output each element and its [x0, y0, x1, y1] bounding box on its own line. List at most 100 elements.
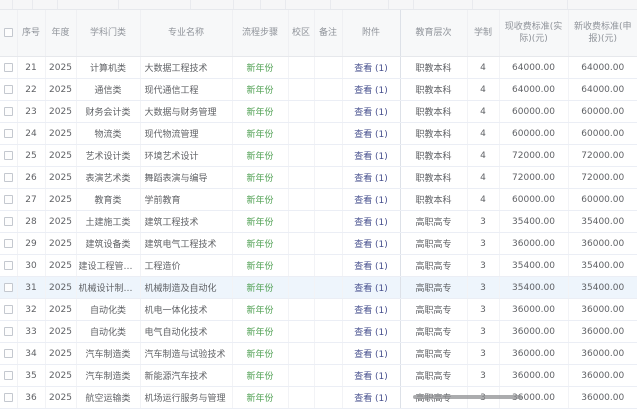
attachment-view-link[interactable]: 查看 (1) [354, 262, 388, 272]
column-header-checkbox[interactable] [0, 10, 17, 57]
attachment-view-link[interactable]: 查看 (1) [354, 284, 388, 294]
cell-duration: 3 [467, 277, 499, 299]
row-checkbox-cell[interactable] [0, 167, 17, 189]
cell-campus [288, 277, 314, 299]
cell-current-fee: 64000.00 [499, 57, 568, 79]
row-checkbox[interactable] [4, 283, 13, 292]
attachment-view-link[interactable]: 查看 (1) [354, 64, 388, 74]
row-checkbox-cell[interactable] [0, 387, 17, 409]
column-divider [472, 0, 473, 9]
row-checkbox-cell[interactable] [0, 277, 17, 299]
table-row[interactable]: 32 2025 自动化类 机电一体化技术 新年份 查看 (1) 高职高专 3 3… [0, 299, 637, 321]
cell-remark [314, 189, 342, 211]
cell-category: 计算机类 [76, 57, 140, 79]
attachment-view-link[interactable]: 查看 (1) [354, 218, 388, 228]
table-row[interactable]: 25 2025 艺术设计类 环境艺术设计 新年份 查看 (1) 职教本科 4 7… [0, 145, 637, 167]
row-checkbox[interactable] [4, 173, 13, 182]
cell-remark [314, 277, 342, 299]
cell-education-level: 高职高专 [400, 365, 467, 387]
row-checkbox-cell[interactable] [0, 299, 17, 321]
row-checkbox-cell[interactable] [0, 211, 17, 233]
table-row[interactable]: 23 2025 财务会计类 大数据与财务管理 新年份 查看 (1) 职教本科 4… [0, 101, 637, 123]
table-row[interactable]: 24 2025 物流类 现代物流管理 新年份 查看 (1) 职教本科 4 600… [0, 123, 637, 145]
attachment-view-link[interactable]: 查看 (1) [354, 108, 388, 118]
cell-major: 学前教育 [140, 189, 232, 211]
cell-index: 28 [17, 211, 45, 233]
row-checkbox-cell[interactable] [0, 101, 17, 123]
cell-attachment: 查看 (1) [342, 145, 400, 167]
row-checkbox-cell[interactable] [0, 57, 17, 79]
table-row[interactable]: 29 2025 建筑设备类 建筑电气工程技术 新年份 查看 (1) 高职高专 3… [0, 233, 637, 255]
row-checkbox[interactable] [4, 129, 13, 138]
row-checkbox-cell[interactable] [0, 365, 17, 387]
fee-standards-table: 序号年度学科门类专业名称流程步骤校区备注附件教育层次学制现收费标准(实际)(元)… [0, 10, 637, 409]
row-checkbox-cell[interactable] [0, 123, 17, 145]
table-row[interactable]: 27 2025 教育类 学前教育 新年份 查看 (1) 职教本科 4 60000… [0, 189, 637, 211]
row-checkbox[interactable] [4, 195, 13, 204]
column-header-remark: 备注 [314, 10, 342, 57]
attachment-view-link[interactable]: 查看 (1) [354, 130, 388, 140]
select-all-checkbox[interactable] [4, 28, 13, 37]
row-checkbox[interactable] [4, 349, 13, 358]
row-checkbox[interactable] [4, 327, 13, 336]
row-checkbox-cell[interactable] [0, 343, 17, 365]
cell-major: 机械制造及自动化 [140, 277, 232, 299]
table-row[interactable]: 26 2025 表演艺术类 舞蹈表演与编导 新年份 查看 (1) 职教本科 4 … [0, 167, 637, 189]
row-checkbox-cell[interactable] [0, 321, 17, 343]
row-checkbox[interactable] [4, 393, 13, 402]
table-row[interactable]: 31 2025 机械设计制造类 机械制造及自动化 新年份 查看 (1) 高职高专… [0, 277, 637, 299]
cell-duration: 4 [467, 57, 499, 79]
column-header-attachment: 附件 [342, 10, 400, 57]
cell-campus [288, 233, 314, 255]
cell-major: 新能源汽车技术 [140, 365, 232, 387]
cell-attachment: 查看 (1) [342, 299, 400, 321]
row-checkbox-cell[interactable] [0, 79, 17, 101]
horizontal-scrollbar-thumb[interactable] [413, 395, 522, 399]
row-checkbox[interactable] [4, 85, 13, 94]
table-row[interactable]: 35 2025 汽车制造类 新能源汽车技术 新年份 查看 (1) 高职高专 3 … [0, 365, 637, 387]
row-checkbox[interactable] [4, 217, 13, 226]
cell-index: 36 [17, 387, 45, 409]
column-header-category: 学科门类 [76, 10, 140, 57]
row-checkbox-cell[interactable] [0, 255, 17, 277]
table-row[interactable]: 36 2025 航空运输类 机场运行服务与管理 新年份 查看 (1) 高职高专 … [0, 387, 637, 409]
attachment-view-link[interactable]: 查看 (1) [354, 152, 388, 162]
row-checkbox[interactable] [4, 151, 13, 160]
cell-campus [288, 299, 314, 321]
column-divider [330, 0, 331, 9]
row-checkbox-cell[interactable] [0, 189, 17, 211]
cell-index: 26 [17, 167, 45, 189]
table-row[interactable]: 21 2025 计算机类 大数据工程技术 新年份 查看 (1) 职教本科 4 6… [0, 57, 637, 79]
table-row[interactable]: 34 2025 汽车制造类 汽车制造与试验技术 新年份 查看 (1) 高职高专 … [0, 343, 637, 365]
cell-education-level: 高职高专 [400, 211, 467, 233]
attachment-view-link[interactable]: 查看 (1) [354, 306, 388, 316]
cell-remark [314, 299, 342, 321]
row-checkbox[interactable] [4, 371, 13, 380]
cell-category: 通信类 [76, 79, 140, 101]
attachment-view-link[interactable]: 查看 (1) [354, 86, 388, 96]
row-checkbox[interactable] [4, 261, 13, 270]
table-row[interactable]: 22 2025 通信类 现代通信工程 新年份 查看 (1) 职教本科 4 640… [0, 79, 637, 101]
attachment-view-link[interactable]: 查看 (1) [354, 372, 388, 382]
row-checkbox[interactable] [4, 63, 13, 72]
row-checkbox[interactable] [4, 107, 13, 116]
attachment-view-link[interactable]: 查看 (1) [354, 196, 388, 206]
row-checkbox[interactable] [4, 239, 13, 248]
table-row[interactable]: 28 2025 土建施工类 建筑工程技术 新年份 查看 (1) 高职高专 3 3… [0, 211, 637, 233]
table-row[interactable]: 33 2025 自动化类 电气自动化技术 新年份 查看 (1) 高职高专 3 3… [0, 321, 637, 343]
attachment-view-link[interactable]: 查看 (1) [354, 328, 388, 338]
column-header-index: 序号 [17, 10, 45, 57]
row-checkbox-cell[interactable] [0, 145, 17, 167]
attachment-view-link[interactable]: 查看 (1) [354, 240, 388, 250]
row-checkbox[interactable] [4, 305, 13, 314]
cell-duration: 4 [467, 79, 499, 101]
attachment-view-link[interactable]: 查看 (1) [354, 350, 388, 360]
column-divider [567, 0, 568, 9]
attachment-view-link[interactable]: 查看 (1) [354, 394, 388, 404]
cell-education-level: 职教本科 [400, 167, 467, 189]
table-row[interactable]: 30 2025 建设工程管理类 工程造价 新年份 查看 (1) 高职高专 3 3… [0, 255, 637, 277]
cell-new-fee: 36000.00 [568, 343, 637, 365]
attachment-view-link[interactable]: 查看 (1) [354, 174, 388, 184]
row-checkbox-cell[interactable] [0, 233, 17, 255]
cell-campus [288, 211, 314, 233]
